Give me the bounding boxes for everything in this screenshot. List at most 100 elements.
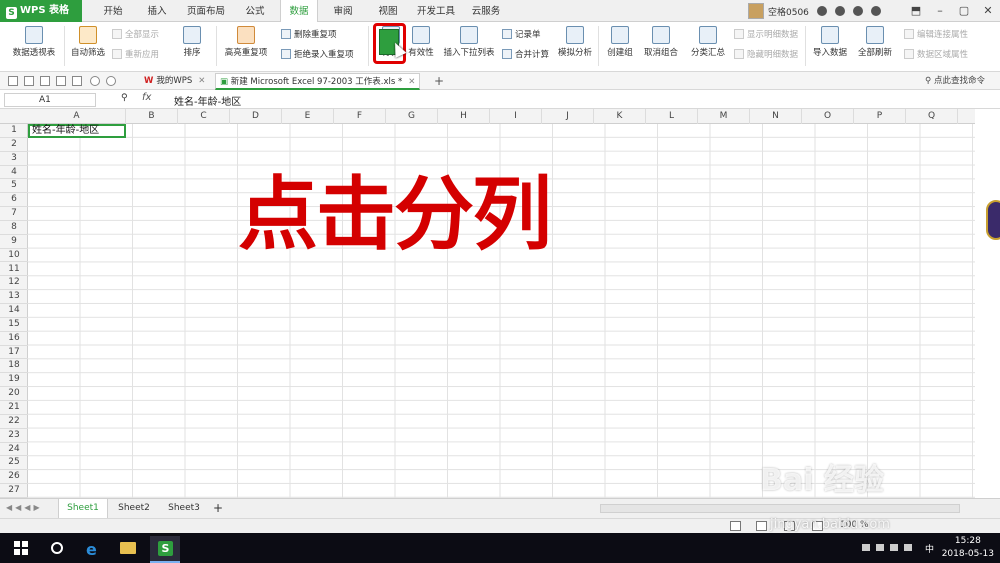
row-header[interactable]: 27: [0, 484, 28, 498]
insert-dropdown-button[interactable]: 插入下拉列表: [440, 26, 498, 58]
column-header[interactable]: A: [28, 109, 126, 124]
menu-home[interactable]: 开始: [96, 0, 130, 22]
row-header[interactable]: 12: [0, 276, 28, 291]
row-header[interactable]: 23: [0, 429, 28, 443]
new-tab-button[interactable]: +: [430, 73, 448, 90]
row-header[interactable]: 13: [0, 290, 28, 305]
highlight-duplicates-button[interactable]: 高亮重复项: [220, 26, 272, 58]
row-header[interactable]: 7: [0, 207, 28, 221]
wps-taskbar-button[interactable]: S: [150, 536, 180, 563]
menu-cloud[interactable]: 云服务: [467, 0, 505, 22]
row-header[interactable]: 15: [0, 318, 28, 332]
row-header[interactable]: 19: [0, 373, 28, 388]
close-icon[interactable]: ✕: [976, 0, 1000, 22]
maximize-icon[interactable]: ▢: [952, 0, 976, 22]
floating-ball-icon[interactable]: [986, 200, 1000, 240]
skin-icon[interactable]: [834, 6, 845, 16]
column-header[interactable]: J: [542, 109, 594, 124]
column-header[interactable]: I: [490, 109, 542, 124]
row-header[interactable]: 3: [0, 152, 28, 166]
close-tab-icon[interactable]: ✕: [408, 77, 415, 87]
restore-icon[interactable]: ⬒: [904, 0, 928, 22]
menu-developer[interactable]: 开发工具: [413, 0, 459, 22]
menu-insert[interactable]: 插入: [140, 0, 174, 22]
row-header[interactable]: 11: [0, 263, 28, 277]
remove-duplicates-button[interactable]: 删除重复项: [281, 28, 337, 40]
sort-button[interactable]: 排序: [170, 26, 214, 58]
create-group-button[interactable]: 创建组: [602, 26, 638, 58]
column-header[interactable]: G: [386, 109, 438, 124]
battery-icon[interactable]: [876, 544, 884, 551]
row-header[interactable]: 18: [0, 359, 28, 374]
share-icon[interactable]: [852, 6, 863, 16]
column-header[interactable]: P: [854, 109, 906, 124]
row-header[interactable]: 22: [0, 415, 28, 429]
column-header[interactable]: D: [230, 109, 282, 124]
minimize-icon[interactable]: –: [928, 0, 952, 22]
column-header[interactable]: E: [282, 109, 334, 124]
column-header[interactable]: C: [178, 109, 230, 124]
app-logo[interactable]: S WPS 表格: [0, 0, 82, 22]
menu-view[interactable]: 视图: [371, 0, 405, 22]
cell-a1[interactable]: 姓名-年龄-地区: [28, 124, 126, 138]
help-icon[interactable]: [870, 6, 881, 16]
row-header[interactable]: 5: [0, 179, 28, 194]
redo-icon[interactable]: [106, 76, 116, 86]
row-header[interactable]: 9: [0, 235, 28, 249]
zoom-icon[interactable]: ⚲: [121, 93, 128, 103]
import-data-button[interactable]: 导入数据: [810, 26, 850, 58]
row-header[interactable]: 2: [0, 138, 28, 152]
ungroup-button[interactable]: 取消组合: [638, 26, 684, 58]
column-header[interactable]: M: [698, 109, 750, 124]
column-header[interactable]: Q: [906, 109, 958, 124]
undo-icon[interactable]: [90, 76, 100, 86]
normal-view-icon[interactable]: [730, 521, 741, 531]
column-header[interactable]: O: [802, 109, 854, 124]
column-header[interactable]: F: [334, 109, 386, 124]
validity-button[interactable]: 有效性: [404, 26, 438, 58]
reapply-button[interactable]: 重新应用: [112, 48, 159, 60]
menu-data[interactable]: 数据: [280, 0, 318, 23]
add-sheet-button[interactable]: +: [210, 499, 226, 518]
open-icon[interactable]: [8, 76, 18, 86]
edge-browser-icon[interactable]: e: [86, 540, 97, 559]
row-header[interactable]: 14: [0, 304, 28, 318]
clock[interactable]: 15:28 2018-05-13: [942, 535, 994, 561]
hide-detail-button[interactable]: 隐藏明细数据: [734, 48, 798, 60]
menu-review[interactable]: 审阅: [326, 0, 360, 22]
row-header[interactable]: 6: [0, 193, 28, 208]
formula-input[interactable]: 姓名-年龄-地区: [174, 93, 241, 108]
row-header[interactable]: 24: [0, 443, 28, 457]
record-form-button[interactable]: 记录单: [502, 28, 541, 40]
menu-formula[interactable]: 公式: [238, 0, 272, 22]
row-header[interactable]: 25: [0, 456, 28, 471]
row-header[interactable]: 17: [0, 346, 28, 360]
pivot-table-button[interactable]: 数据透视表: [10, 26, 58, 58]
row-header[interactable]: 8: [0, 221, 28, 235]
row-header[interactable]: 1: [0, 124, 28, 138]
row-header[interactable]: 16: [0, 332, 28, 346]
edit-link-button[interactable]: 编辑连接属性: [904, 28, 968, 40]
show-detail-button[interactable]: 显示明细数据: [734, 28, 798, 40]
column-header[interactable]: N: [750, 109, 802, 124]
network-icon[interactable]: [890, 544, 898, 551]
file-explorer-icon[interactable]: [120, 542, 136, 554]
column-header[interactable]: B: [126, 109, 178, 124]
save-icon[interactable]: [24, 76, 34, 86]
row-header[interactable]: 26: [0, 470, 28, 485]
subtotal-button[interactable]: 分类汇总: [688, 26, 728, 58]
windows-start-icon[interactable]: [14, 541, 28, 555]
avatar[interactable]: [748, 3, 764, 19]
ime-indicator[interactable]: 中: [925, 542, 934, 555]
tab-document[interactable]: ▣ 新建 Microsoft Excel 97-2003 工作表.xls * ✕: [215, 73, 421, 90]
row-header[interactable]: 21: [0, 401, 28, 415]
simulate-button[interactable]: 模拟分析: [555, 26, 595, 58]
menu-page-layout[interactable]: 页面布局: [183, 0, 229, 22]
volume-icon[interactable]: [904, 544, 912, 551]
autofilter-button[interactable]: 自动筛选: [68, 26, 108, 58]
cortana-icon[interactable]: [51, 542, 63, 554]
format-painter-icon[interactable]: [72, 76, 82, 86]
sheet-tab-2[interactable]: Sheet2: [110, 499, 158, 518]
fx-icon[interactable]: fx: [142, 92, 151, 103]
horizontal-scrollbar[interactable]: [600, 504, 960, 513]
